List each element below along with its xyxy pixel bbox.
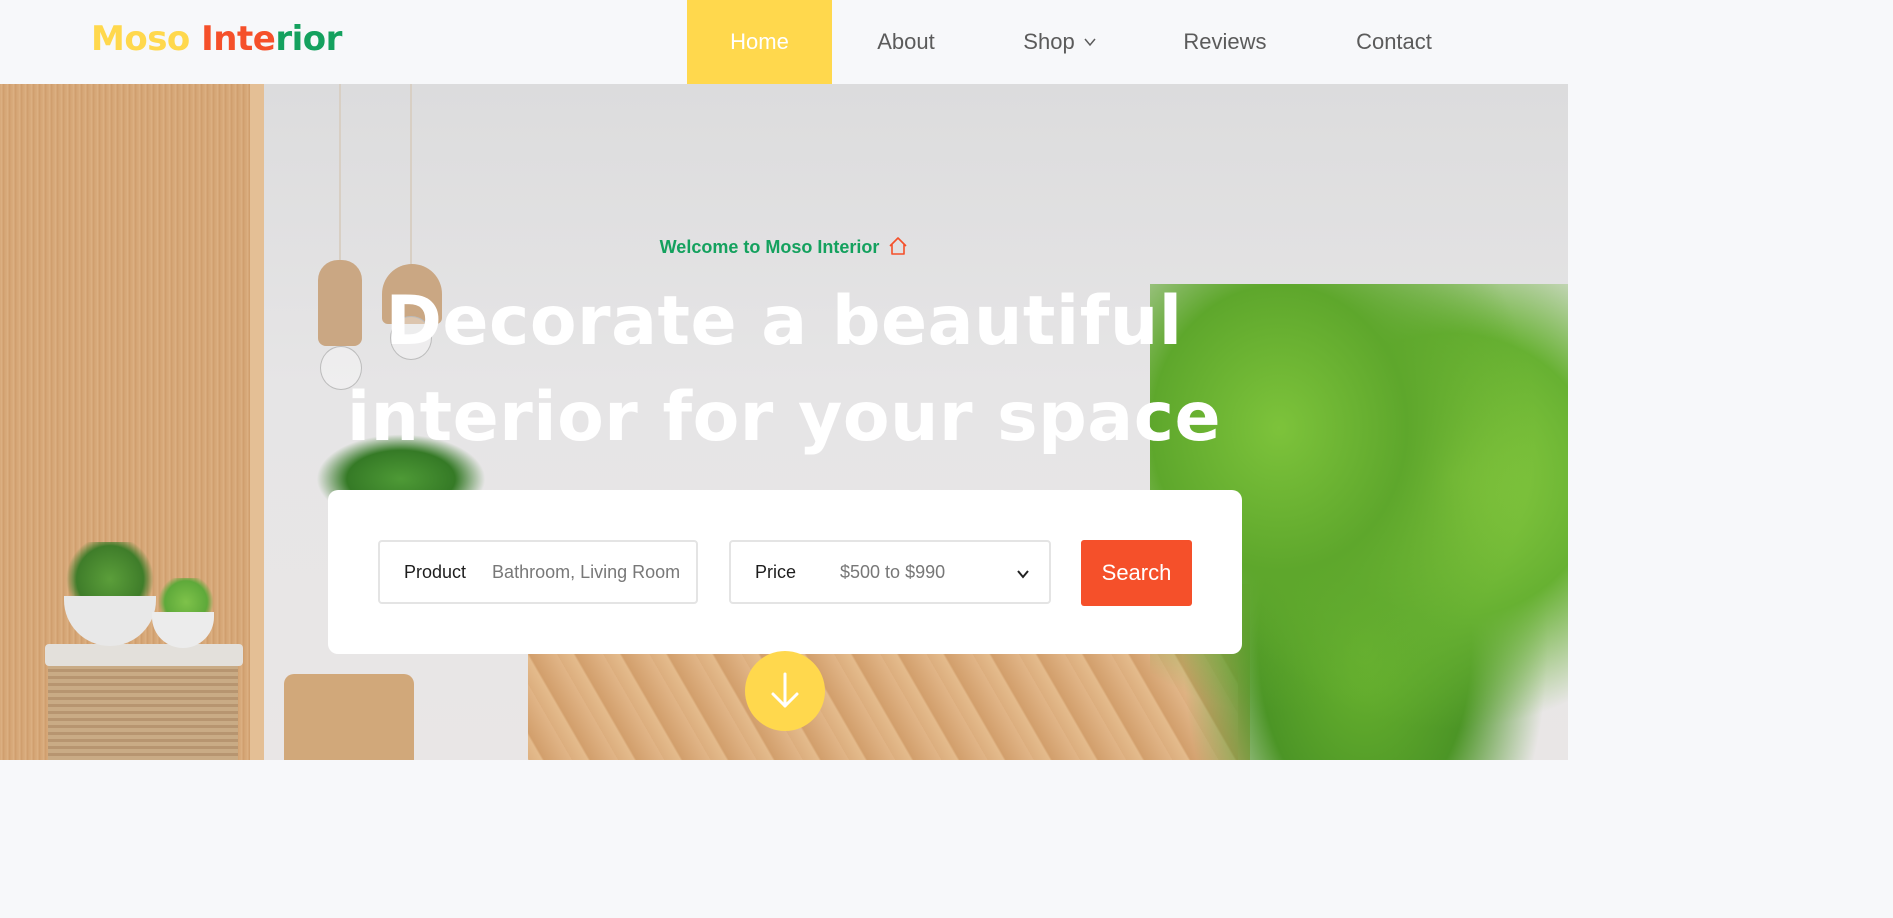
nav-item-label: Home [730, 29, 789, 54]
headline-line-1: Decorate a beautiful [385, 282, 1183, 361]
headline-line-2: interior for your space [346, 378, 1222, 457]
nav-item-about[interactable]: About [832, 0, 980, 84]
nav-item-label: Contact [1356, 29, 1432, 54]
logo-word-rior: rior [275, 19, 342, 59]
logo-word-inte: Inte [201, 19, 276, 59]
logo[interactable]: Moso Interior [91, 19, 342, 59]
main-nav: Home About Shop Reviews Contact [687, 0, 1478, 84]
home-icon [889, 237, 907, 255]
search-button[interactable]: Search [1081, 540, 1192, 606]
wood-stump-table [284, 674, 414, 760]
scroll-down-button[interactable] [745, 651, 825, 731]
product-label: Product [404, 561, 467, 582]
arrow-down-icon [771, 672, 799, 708]
site-header: Moso Interior Home About Shop Reviews Co… [0, 0, 1568, 84]
nav-item-home[interactable]: Home [687, 0, 832, 84]
product-field[interactable]: Product [378, 540, 698, 604]
product-input[interactable] [492, 561, 693, 583]
basket-lid [45, 644, 243, 666]
price-label: Price [755, 561, 797, 582]
flower-plant [62, 542, 158, 604]
chevron-down-icon[interactable] [1015, 566, 1031, 582]
nav-item-reviews[interactable]: Reviews [1140, 0, 1310, 84]
hero-section: Welcome to Moso Interior Decorate a beau… [0, 84, 1568, 760]
search-card: Product Price $500 to $990 Search [328, 490, 1242, 654]
price-selected-value: $500 to $990 [840, 561, 946, 582]
chevron-down-icon [1084, 38, 1096, 47]
nav-item-label: Reviews [1183, 29, 1267, 54]
nav-item-label: About [877, 29, 935, 54]
logo-word-moso: Moso [91, 19, 190, 59]
welcome-text: Welcome to Moso Interior [659, 237, 880, 257]
hero-headline: Decorate a beautiful interior for your s… [0, 274, 1568, 466]
nav-item-contact[interactable]: Contact [1310, 0, 1478, 84]
price-select[interactable]: Price $500 to $990 [729, 540, 1051, 604]
welcome-tagline: Welcome to Moso Interior [0, 236, 1568, 258]
nav-item-shop[interactable]: Shop [980, 0, 1140, 84]
nav-item-label: Shop [1023, 29, 1075, 54]
